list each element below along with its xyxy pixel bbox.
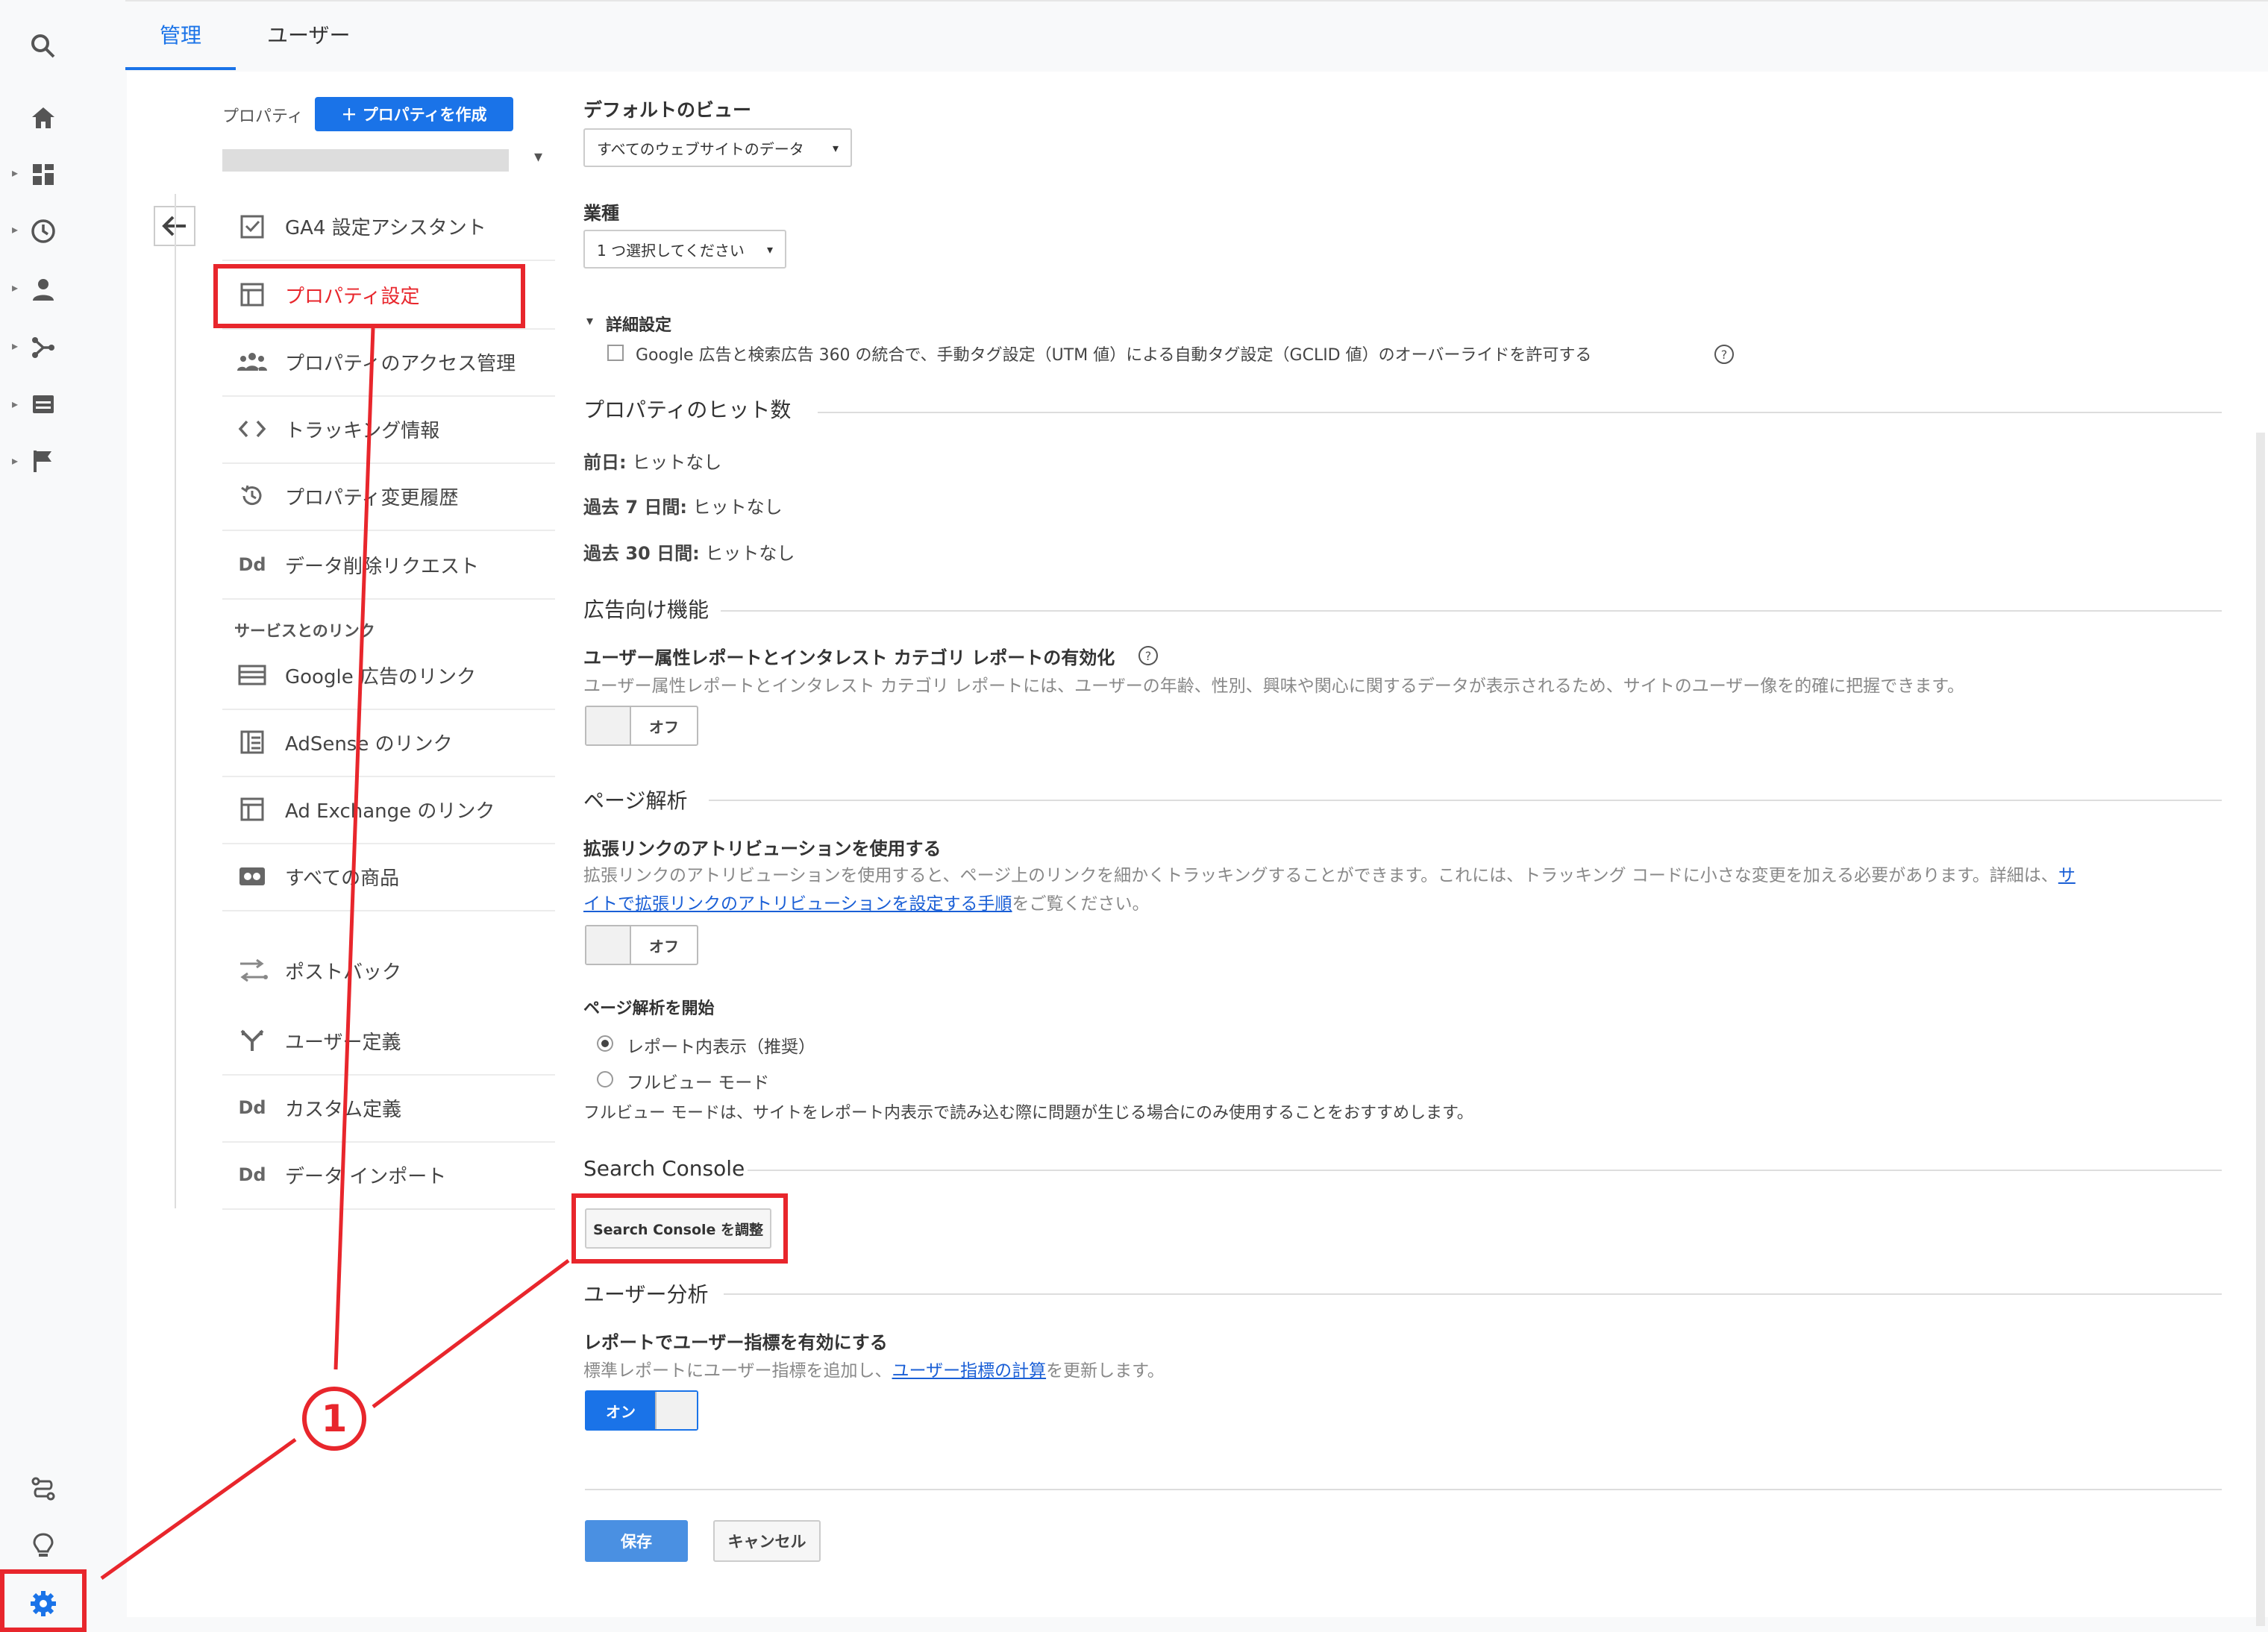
annotation-lines <box>100 327 570 1581</box>
annotation-number: 1 <box>321 1397 348 1440</box>
